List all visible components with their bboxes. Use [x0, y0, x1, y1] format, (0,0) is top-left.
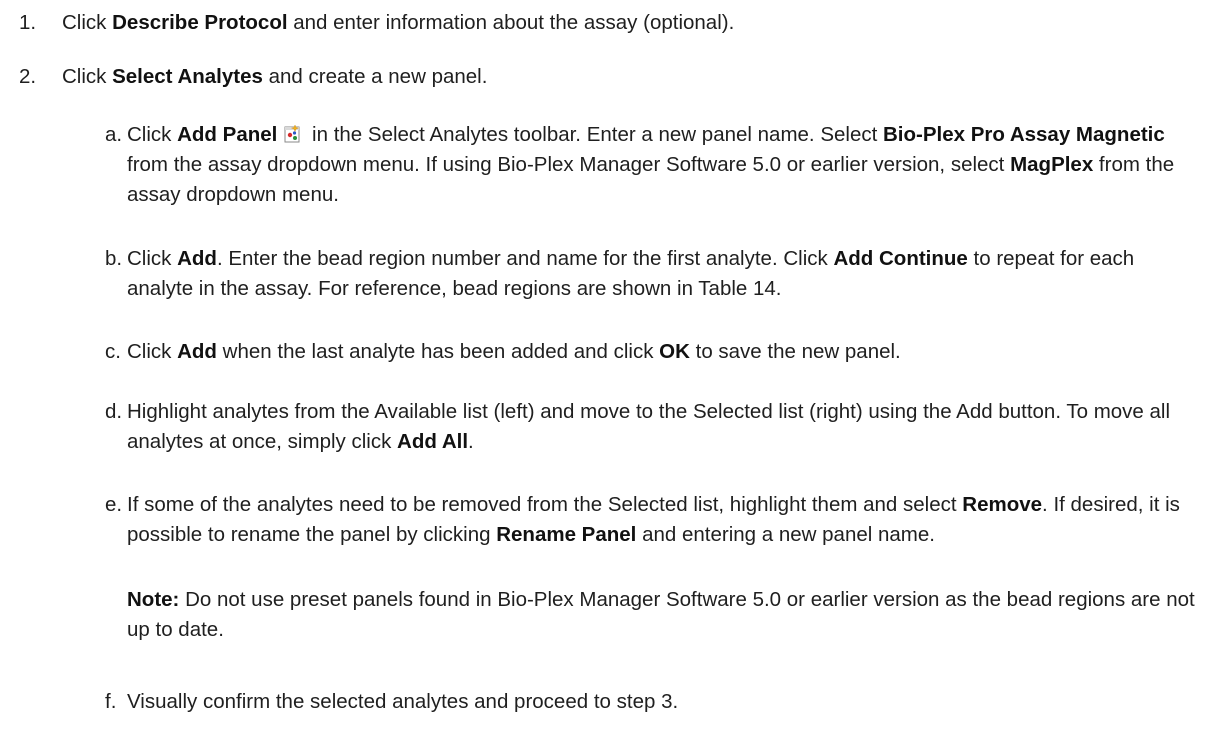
substep-a-b2: Bio-Plex Pro Assay Magnetic	[883, 123, 1165, 146]
step-1-post: and enter information about the assay (o…	[287, 11, 735, 34]
substep-b: b. Click Add. Enter the bead region numb…	[105, 244, 1205, 304]
substep-a-letter: a.	[105, 123, 123, 146]
substep-c-t2: when the last analyte has been added and…	[216, 340, 660, 363]
step-1-number: 1.	[19, 11, 37, 34]
add-panel-icon	[282, 123, 302, 143]
substep-d-text: Highlight analytes from the Available li…	[105, 397, 1205, 457]
substep-a-text: Click Add Panel in the Select Analytes t…	[105, 120, 1205, 210]
substep-b-t2: . Enter the bead region number and name …	[216, 247, 834, 270]
substep-d-t2: .	[468, 430, 474, 453]
step-1-text: Click Describe Protocol and enter inform…	[62, 8, 734, 38]
substep-c-text: Click Add when the last analyte has been…	[105, 337, 1205, 367]
substep-b-b1: Add	[177, 247, 217, 270]
substep-b-text: Click Add. Enter the bead region number …	[105, 244, 1205, 304]
substep-e-text: If some of the analytes need to be remov…	[105, 490, 1205, 550]
step-2-post: and create a new panel.	[262, 65, 488, 88]
substep-c: c. Click Add when the last analyte has b…	[105, 337, 1205, 367]
substep-f-letter: f.	[105, 690, 117, 713]
substep-e-letter: e.	[105, 493, 123, 516]
substep-b-letter: b.	[105, 247, 123, 270]
step-2-pre: Click	[62, 65, 113, 88]
substep-a-t1: Click	[127, 123, 178, 146]
substep-a-t2: in the Select Analytes toolbar. Enter a …	[306, 123, 883, 146]
substep-e-t1: If some of the analytes need to be remov…	[127, 493, 963, 516]
step-2-bold: Select Analytes	[112, 65, 263, 88]
step-1-pre: Click	[62, 11, 113, 34]
substep-e-b2: Rename Panel	[496, 523, 637, 546]
substep-f-text: Visually confirm the selected analytes a…	[127, 690, 679, 713]
substep-c-t3: to save the new panel.	[689, 340, 901, 363]
substep-b-t1: Click	[127, 247, 178, 270]
step-2-number: 2.	[19, 65, 37, 88]
substep-d-t1: Highlight analytes from the Available li…	[127, 400, 1171, 453]
substep-d: d. Highlight analytes from the Available…	[105, 397, 1205, 457]
substep-e-b1: Remove	[962, 493, 1043, 516]
substep-e-t3: and entering a new panel name.	[636, 523, 935, 546]
substep-b-b2: Add Continue	[833, 247, 968, 270]
step-1-bold: Describe Protocol	[112, 11, 288, 34]
step-2-text: Click Select Analytes and create a new p…	[62, 62, 487, 92]
substep-c-b1: Add	[177, 340, 217, 363]
substep-f: f. Visually confirm the selected analyte…	[105, 687, 1205, 717]
substep-c-b2: OK	[659, 340, 690, 363]
note-text: Do not use preset panels found in Bio-Pl…	[127, 588, 1195, 641]
note: Note: Do not use preset panels found in …	[127, 585, 1207, 645]
substep-e: e. If some of the analytes need to be re…	[105, 490, 1205, 550]
note-label: Note:	[127, 588, 180, 611]
substep-a-b1: Add Panel	[177, 123, 278, 146]
substep-d-b1: Add All	[397, 430, 469, 453]
substep-c-letter: c.	[105, 340, 121, 363]
substep-a: a. Click Add Panel in the Select Analyte…	[105, 120, 1205, 210]
substep-a-t3: from the assay dropdown menu. If using B…	[127, 153, 1011, 176]
substep-d-letter: d.	[105, 400, 123, 423]
substep-c-t1: Click	[127, 340, 178, 363]
substep-a-b3: MagPlex	[1010, 153, 1094, 176]
